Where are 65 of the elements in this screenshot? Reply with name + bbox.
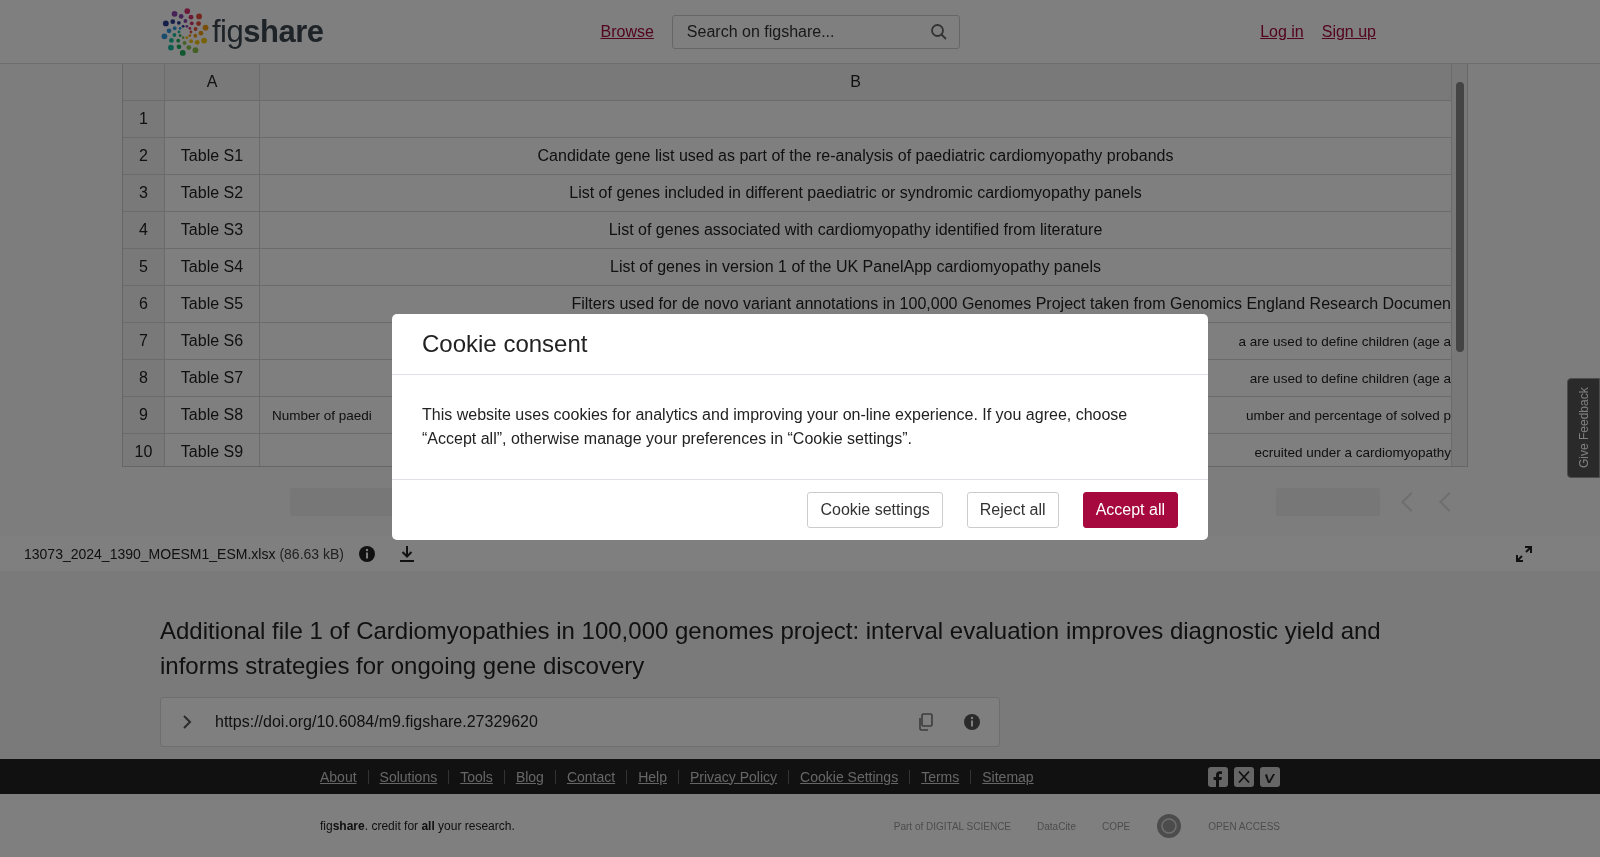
- table-cell: Table S3: [165, 212, 260, 248]
- table-cell: Table S6: [165, 323, 260, 359]
- column-header: B: [260, 64, 1452, 100]
- table-cell: Table S7: [165, 360, 260, 396]
- footer-link[interactable]: Privacy Policy: [689, 768, 778, 785]
- tagline: figshare. credit for all your research.: [320, 819, 515, 833]
- cell-text: Number of paedi: [272, 407, 372, 423]
- table-cell: Table S2: [165, 175, 260, 211]
- doi-link[interactable]: https://doi.org/10.6084/m9.figshare.27329620: [215, 713, 917, 731]
- accept-button[interactable]: Accept all: [1082, 492, 1178, 528]
- download-icon[interactable]: [398, 544, 416, 563]
- dialog-text: This website uses cookies for analytics and improving your on-line experience. If you agree, choose “Accept all”, otherwise manage your preferences in “Cookie settings”.: [422, 405, 1129, 449]
- table-cell: Table S8: [165, 397, 260, 433]
- footer-link[interactable]: Terms: [921, 768, 960, 785]
- row-number: 8: [123, 360, 165, 396]
- footer-link[interactable]: About: [320, 768, 357, 785]
- dialog-button[interactable]: Cookie settings: [807, 492, 943, 528]
- signup-link[interactable]: Sign up: [1321, 23, 1376, 41]
- chevron-icon[interactable]: [181, 714, 193, 730]
- row-number: 4: [123, 212, 165, 248]
- seal-icon[interactable]: [1156, 813, 1183, 839]
- file-name: 13073_2024_1390_MOESM1_ESM.xlsx: [24, 545, 276, 562]
- footer-link[interactable]: Cookie Settings: [800, 768, 899, 785]
- facebook-icon[interactable]: [1208, 766, 1228, 787]
- row-number: 2: [123, 138, 165, 174]
- info-icon[interactable]: [358, 544, 376, 563]
- row-number: 10: [123, 434, 165, 467]
- info-icon[interactable]: [963, 713, 981, 731]
- search-icon[interactable]: [929, 23, 948, 41]
- article-title: Additional file 1 of Cardiomyopathies in 100,000 genomes project: interval evaluation improves diagnostic yield and informs strategies for ongoing gene discovery: [160, 616, 1382, 681]
- expand-icon[interactable]: [1516, 545, 1532, 562]
- logo-icon: [160, 7, 210, 57]
- dialog-button[interactable]: Reject all: [966, 492, 1059, 528]
- row-number: 5: [123, 249, 165, 285]
- row-number: 1: [123, 101, 165, 137]
- table-cell: Table S9: [165, 434, 260, 467]
- x-icon[interactable]: [1234, 766, 1254, 787]
- row-number: 3: [123, 175, 165, 211]
- footer-link[interactable]: Solutions: [379, 768, 438, 785]
- scrollbar[interactable]: [1452, 64, 1467, 467]
- footer-link[interactable]: Contact: [566, 768, 616, 785]
- row-number: 9: [123, 397, 165, 433]
- browse-link[interactable]: Browse: [600, 23, 654, 41]
- file-size: (86.63 kB): [279, 545, 344, 562]
- footer-link[interactable]: Blog: [515, 768, 544, 785]
- cell-text: umber and percentage of solved p: [1246, 407, 1451, 423]
- footer-link[interactable]: Sitemap: [982, 768, 1034, 785]
- footer-link[interactable]: Tools: [460, 768, 493, 785]
- logo-wordmark[interactable]: figshare: [212, 14, 324, 50]
- table-cell: Table S1: [165, 138, 260, 174]
- copy-icon[interactable]: [917, 713, 933, 731]
- vimeo-icon[interactable]: [1260, 766, 1280, 787]
- login-link[interactable]: Log in: [1260, 23, 1304, 41]
- feedback-tab[interactable]: Give Feedback: [1567, 378, 1600, 478]
- cell-text: ecruited under a cardiomyopathy: [1254, 444, 1451, 460]
- row-number: 6: [123, 286, 165, 322]
- dialog-title: Cookie consent: [422, 330, 589, 358]
- cell-text: a are used to define children (age a: [1238, 333, 1451, 349]
- column-header: A: [165, 64, 260, 100]
- footer-link[interactable]: Help: [638, 768, 667, 785]
- cell-text: are used to define children (age a: [1249, 370, 1451, 386]
- row-number: 7: [123, 323, 165, 359]
- search-field[interactable]: Search on figshare...: [671, 15, 960, 49]
- table-cell: Table S5: [165, 286, 260, 322]
- table-cell: Table S4: [165, 249, 260, 285]
